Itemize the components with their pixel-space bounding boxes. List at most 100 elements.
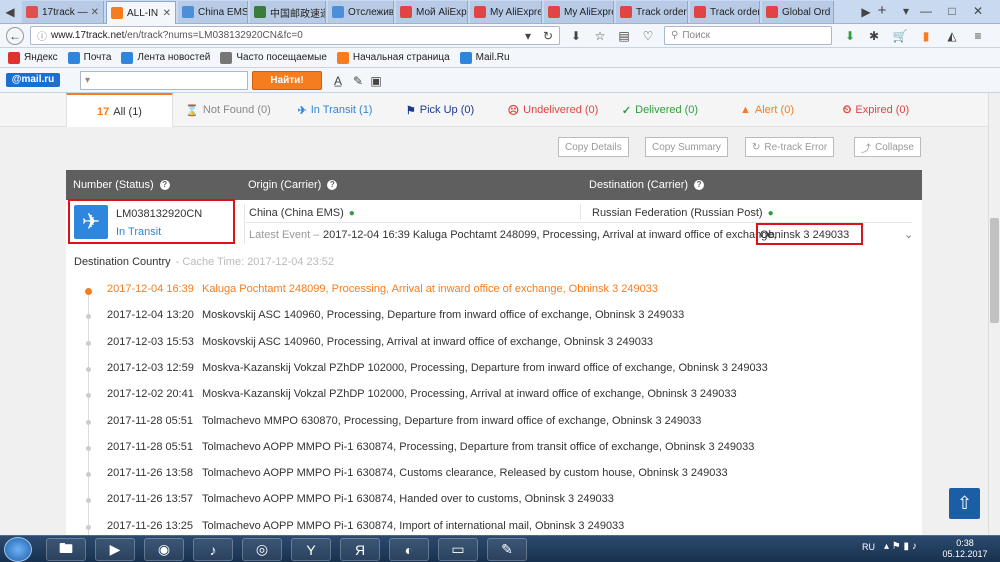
speaker-app-icon[interactable]: ♪ [193, 538, 233, 561]
close-tab-icon[interactable]: ✕ [161, 8, 171, 19]
chrome-icon[interactable]: ◎ [242, 538, 282, 561]
explorer-icon[interactable]: 🖿 [46, 538, 86, 561]
system-clock[interactable]: 0:38 05.12.2017 [938, 538, 992, 560]
copy-details-button[interactable]: Copy Details [558, 137, 629, 157]
tray-icons[interactable]: ▴ ⚑ ▮ ♪ [884, 541, 917, 552]
event-time: 2017-11-26 13:25 [107, 519, 194, 532]
close-tab-icon[interactable]: ✕ [830, 7, 833, 18]
media-player-icon[interactable]: ▶ [95, 538, 135, 561]
close-window-button[interactable]: ✕ [970, 3, 986, 19]
search-input[interactable]: ⚲ Поиск [664, 26, 832, 45]
bookmark-item[interactable]: Начальная страница [336, 51, 450, 64]
favicon-icon [620, 6, 632, 18]
bookmark-item[interactable]: Лента новостей [121, 51, 210, 64]
bookmark-item[interactable]: Часто посещаемые [220, 51, 327, 64]
status-tab[interactable]: ☹ Undelivered (0) [498, 93, 608, 127]
edit-tool-icon[interactable]: ✎ [350, 73, 366, 89]
screenshot-tool-icon[interactable]: ▣ [368, 73, 384, 89]
browser-tab[interactable]: Мой AliExpress✕ [396, 1, 468, 23]
status-tab[interactable]: ✈ In Transit (1) [285, 93, 385, 127]
tab-scroll-right-button[interactable]: ▶ [858, 4, 874, 20]
dropdown-icon[interactable]: ▾ [520, 28, 536, 44]
windows-taskbar: 🖿 ▶ ◉ ♪ ◎ Y Я ◐ ▭ ✎ RU ▴ ⚑ ▮ ♪ 0:38 05.12.2017 [0, 535, 1000, 562]
warning-icon: ▲ [739, 104, 751, 116]
status-tab[interactable]: ⌛ Not Found (0) [175, 93, 281, 127]
new-tab-button[interactable]: + [874, 3, 890, 19]
browser-tab[interactable]: My AliExpress✕ [470, 1, 542, 23]
sync-icon[interactable]: ◭ [944, 28, 960, 44]
tracking-number[interactable]: LM038132920CN [116, 208, 202, 220]
browser-tab[interactable]: 17track — ✕ [22, 1, 104, 23]
bookmark-star-icon[interactable]: ☆ [592, 28, 608, 44]
close-tab-icon[interactable]: ✕ [687, 7, 688, 18]
event-time: 2017-12-02 20:41 [107, 388, 194, 401]
favicon-icon [111, 7, 123, 19]
help-icon[interactable]: ? [327, 180, 338, 190]
cart-icon[interactable]: 🛒 [892, 28, 908, 44]
close-tab-icon[interactable]: ✕ [89, 7, 99, 18]
browser-tab[interactable]: China EMS✕ [178, 1, 248, 23]
tab-scroll-left-button[interactable]: ◀ [2, 4, 18, 20]
paint-icon[interactable]: ✎ [487, 538, 527, 561]
bookmark-item[interactable]: Mail.Ru [459, 51, 510, 64]
yandex-icon[interactable]: Я [340, 538, 380, 561]
reload-button[interactable]: ↻ [540, 28, 556, 44]
firefox-icon[interactable]: ◉ [144, 538, 184, 561]
destination-text: Russian Federation (Russian Post) [592, 207, 763, 219]
browser-tab[interactable]: Отслежив✕ [328, 1, 394, 23]
sad-face-icon: ☹ [507, 104, 520, 117]
back-button[interactable]: ← [6, 27, 24, 45]
favicon-icon [694, 6, 706, 18]
status-tab[interactable]: ✓ Delivered (0) [610, 93, 710, 127]
collapse-button[interactable]: ⤴ Collapse [854, 137, 921, 157]
tracking-status: In Transit [116, 226, 162, 238]
bookmark-item[interactable]: Яндекс [8, 51, 58, 64]
addon-download-icon[interactable]: ⬇ [842, 28, 858, 44]
browser-tab[interactable]: Track order✕ [690, 1, 760, 23]
tab-list-button[interactable]: ▾ [898, 3, 914, 19]
browser-tab[interactable]: ALL-IN ✕ [106, 1, 176, 24]
mailru-logo[interactable]: @mail.ru [6, 73, 60, 87]
status-tab[interactable]: ⏲ Expired (0) [826, 93, 926, 127]
torrent-icon[interactable]: ◐ [389, 538, 429, 561]
copy-summary-button[interactable]: Copy Summary [645, 137, 728, 157]
favicon-icon [766, 6, 778, 18]
url-host: www.17track.net [51, 30, 125, 41]
reader-icon[interactable]: ▤ [616, 28, 632, 44]
maximize-button[interactable]: □ [944, 3, 960, 19]
mailru-search-button[interactable]: Найти! [252, 71, 322, 90]
help-icon[interactable]: ? [159, 180, 170, 190]
bookmark-icon[interactable]: ▮ [918, 28, 934, 44]
bookmark-item[interactable]: Почта [67, 51, 111, 64]
language-indicator[interactable]: RU [862, 542, 875, 552]
terminal-icon[interactable]: ▭ [438, 538, 478, 561]
help-icon[interactable]: ? [694, 180, 705, 190]
browser-tab[interactable]: My AliExpress✕ [544, 1, 614, 23]
yandex-browser-icon[interactable]: Y [291, 538, 331, 561]
browser-tab[interactable]: 中国邮政速递✕ [250, 1, 326, 23]
expand-icon[interactable]: ⌄ [904, 228, 913, 241]
minimize-button[interactable]: — [918, 3, 934, 19]
download-icon[interactable]: ⬇ [568, 28, 584, 44]
scrollbar-thumb[interactable] [990, 218, 999, 323]
bookmark-label: Часто посещаемые [236, 52, 327, 63]
status-tab[interactable]: 17 All (1) [66, 93, 173, 128]
tab-title: My AliExpress [564, 6, 613, 18]
status-tab-label: Alert (0) [754, 104, 794, 116]
back-to-top-button[interactable]: ⇧ [949, 488, 980, 519]
browser-tab[interactable]: Global Ord✕ [762, 1, 834, 23]
addon-icon[interactable]: ✱ [866, 28, 882, 44]
tab-title: China EMS [198, 6, 248, 18]
pocket-icon[interactable]: ♡ [640, 28, 656, 44]
start-button[interactable] [4, 537, 32, 562]
event-time: 2017-12-03 15:53 [107, 335, 194, 348]
retrack-error-button[interactable]: ↻ Re-track Error [745, 137, 835, 157]
menu-icon[interactable]: ≡ [970, 28, 986, 44]
url-bar[interactable]: ⓘ www.17track.net /en/track?nums=LM03813… [30, 26, 560, 45]
status-tab-label: Pick Up (0) [419, 104, 475, 116]
status-tab[interactable]: ⚑ Pick Up (0) [395, 93, 485, 127]
mailru-search-input[interactable]: ▾ [80, 71, 248, 90]
status-tab[interactable]: ▲ Alert (0) [722, 93, 812, 127]
browser-tab[interactable]: Track order✕ [616, 1, 688, 23]
text-tool-icon[interactable]: A̲ [330, 73, 346, 89]
